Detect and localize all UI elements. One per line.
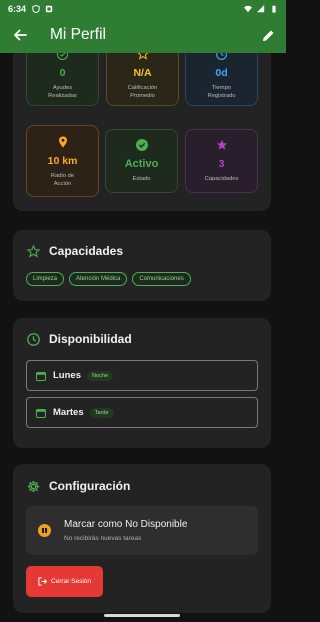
logout-label: Cerrar Sesión — [50, 578, 92, 585]
calendar-icon — [36, 408, 46, 418]
clock-icon — [27, 332, 40, 346]
shield-icon — [32, 4, 40, 13]
pause-icon — [38, 524, 51, 537]
stat-ayudas: 0 Ayudes Realizadas — [26, 53, 99, 106]
capacidades-card: Capacidades Limpieza Atención Médica Com… — [13, 230, 271, 301]
disponibilidad-header: Disponibilidad — [27, 332, 132, 346]
stat-value: 0 — [59, 67, 66, 79]
stat-label: Radio de Acción — [50, 173, 75, 187]
profile-content[interactable]: 0 Ayudes Realizadas N/A Calificación Prome… — [0, 53, 286, 622]
toggle-subtitle: No recibirás nuevas tareas — [64, 535, 142, 542]
calendar-icon — [36, 371, 46, 381]
no-disponible-toggle[interactable]: Marcar como No Disponible No recibirás n… — [26, 506, 258, 555]
chip-comunicaciones[interactable]: Comunicaciones — [132, 272, 191, 286]
page-title: Mi Perfil — [50, 26, 106, 43]
capacidades-chips: Limpieza Atención Médica Comunicaciones — [26, 272, 191, 286]
availability-shift-badge: Noche — [86, 370, 114, 381]
configuracion-card: Configuración Marcar como No Disponible … — [13, 464, 271, 613]
arrow-back-icon — [13, 29, 27, 41]
logout-icon — [38, 577, 47, 586]
stat-value: N/A — [133, 67, 152, 79]
stat-label: Estado — [132, 176, 151, 182]
capacidades-header: Capacidades — [27, 244, 123, 258]
stat-label: Tiempo Registrado — [207, 85, 236, 99]
signal-icon — [257, 4, 265, 12]
notification-icon — [45, 5, 53, 12]
stat-radio: 10 km Radio de Acción — [26, 125, 99, 197]
status-time: 6:34 — [8, 3, 27, 14]
section-title: Capacidades — [49, 244, 124, 258]
home-indicator[interactable] — [104, 614, 180, 617]
toggle-title: Marcar como No Disponible — [64, 519, 188, 530]
stat-capacidades: 3 Capacidades — [185, 129, 258, 193]
availability-day: Martes — [53, 407, 84, 418]
logout-button[interactable]: Cerrar Sesión — [26, 566, 103, 597]
star-outline-icon — [137, 53, 148, 60]
back-button[interactable] — [0, 17, 40, 53]
star-outline-icon — [27, 244, 40, 258]
stats-card: 0 Ayudes Realizadas N/A Calificación Prome… — [13, 53, 271, 211]
pencil-icon — [262, 30, 273, 41]
stat-label: Calificación Promedio — [127, 85, 158, 99]
availability-row-lunes[interactable]: Lunes Noche — [26, 360, 258, 391]
stat-tiempo: 0d Tiempo Registrado — [185, 53, 258, 106]
disponibilidad-card: Disponibilidad Lunes Noche Martes Tarde — [13, 318, 271, 448]
section-title: Configuración — [49, 479, 131, 493]
gear-icon — [27, 480, 40, 492]
stat-value: Activo — [124, 158, 159, 170]
star-icon — [216, 139, 227, 150]
check-circle-icon — [135, 139, 148, 151]
configuracion-header: Configuración — [27, 479, 130, 493]
stat-value: 10 km — [47, 155, 78, 167]
check-circle-icon — [57, 53, 68, 60]
app-bar: Mi Perfil — [0, 17, 286, 53]
clock-icon — [216, 53, 227, 60]
edit-button[interactable] — [250, 17, 286, 53]
availability-row-martes[interactable]: Martes Tarde — [26, 397, 258, 428]
location-pin-icon — [58, 136, 67, 148]
stat-label: Ayudes Realizadas — [48, 85, 77, 99]
stat-calificacion: N/A Calificación Promedio — [106, 53, 179, 106]
status-bar: 6:34 — [0, 0, 286, 17]
chip-atencion-medica[interactable]: Atención Médica — [69, 272, 128, 286]
availability-shift-badge: Tarde — [89, 407, 114, 418]
battery-icon — [272, 5, 276, 13]
stat-estado: Activo Estado — [105, 129, 178, 193]
wifi-icon — [244, 5, 252, 12]
availability-day: Lunes — [53, 370, 81, 381]
chip-limpieza[interactable]: Limpieza — [26, 272, 65, 286]
stat-value: 0d — [215, 67, 228, 79]
stat-value: 3 — [218, 158, 225, 170]
stat-label: Capacidades — [204, 176, 239, 182]
section-title: Disponibilidad — [49, 332, 132, 346]
